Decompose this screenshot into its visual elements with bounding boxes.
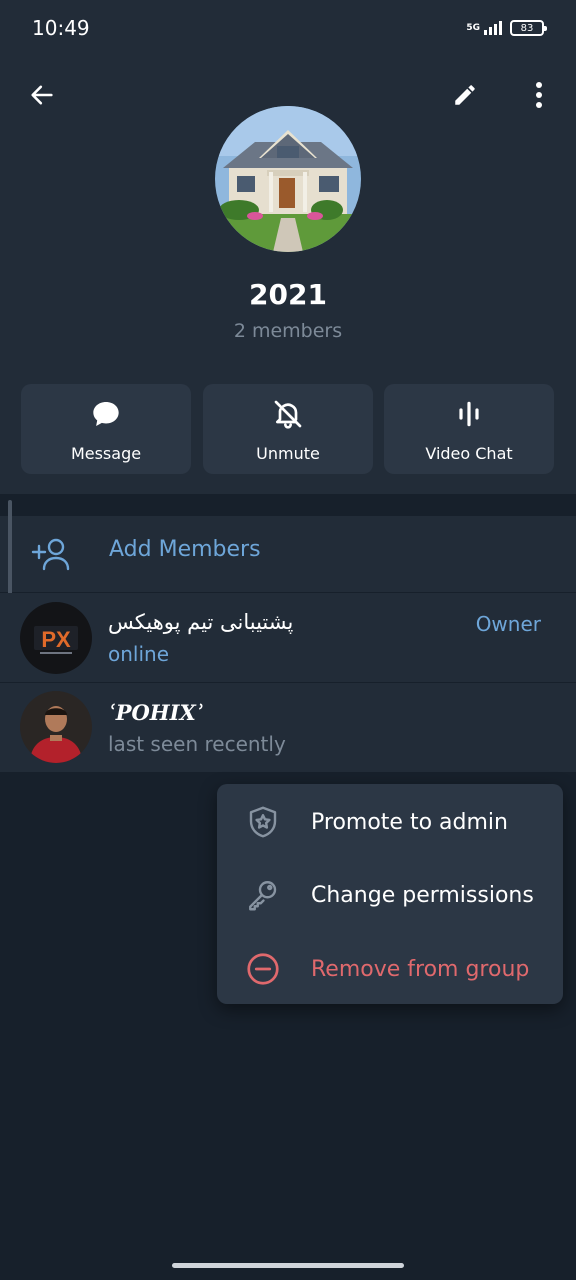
member-context-menu: Promote to admin Change permissions Remo… [217, 784, 563, 1004]
scrollbar[interactable] [8, 500, 12, 596]
unmute-label: Unmute [256, 444, 320, 463]
group-title: 2021 [249, 278, 327, 311]
gesture-nav-bar[interactable] [172, 1263, 404, 1268]
member-status: last seen recently [108, 732, 286, 756]
arrow-left-icon [31, 85, 53, 105]
add-members-label: Add Members [109, 537, 261, 562]
shield-star-icon [243, 802, 283, 842]
voice-waves-icon [453, 398, 485, 430]
bell-off-icon [272, 398, 304, 430]
network-type: 5G [466, 22, 480, 33]
member-name: ʿPOHIXʾ [108, 700, 204, 725]
pencil-icon [455, 85, 475, 105]
add-members-row[interactable] [0, 516, 576, 592]
change-permissions-item[interactable]: Change permissions [217, 860, 563, 930]
member-count: 2 members [233, 320, 343, 342]
svg-text:PX: PX [41, 627, 71, 652]
chat-bubble-icon [90, 398, 122, 430]
change-permissions-label: Change permissions [311, 882, 534, 908]
member-status: online [108, 642, 170, 666]
member-avatar-owner: PX [20, 602, 92, 674]
remove-from-group-item[interactable]: Remove from group [217, 934, 563, 1004]
message-label: Message [70, 444, 142, 463]
kebab-menu-icon [536, 82, 542, 108]
owner-badge: Owner [475, 612, 541, 636]
signal-icon [484, 21, 502, 35]
member-avatar-pohix [20, 691, 92, 763]
more-options-button[interactable] [517, 73, 561, 117]
battery-icon: 83 [510, 20, 547, 36]
status-time: 10:49 [32, 16, 90, 40]
edit-button[interactable] [443, 73, 487, 117]
status-bar: 10:49 5G 83 [0, 0, 576, 56]
back-button[interactable] [20, 73, 64, 117]
promote-to-admin-item[interactable]: Promote to admin [217, 787, 563, 857]
message-button[interactable]: Message [21, 384, 191, 474]
section-separator [0, 494, 576, 516]
minus-circle-icon [243, 949, 283, 989]
key-icon [243, 875, 283, 915]
add-person-icon [30, 534, 70, 578]
video-chat-button[interactable]: Video Chat [384, 384, 554, 474]
remove-from-group-label: Remove from group [311, 956, 530, 982]
unmute-button[interactable]: Unmute [203, 384, 373, 474]
video-chat-label: Video Chat [425, 444, 513, 463]
promote-to-admin-label: Promote to admin [311, 809, 508, 835]
status-indicators: 5G 83 [466, 20, 547, 36]
member-name: پشتیبانی تیم پوهیکس [108, 610, 294, 634]
house-photo [215, 106, 361, 252]
group-avatar[interactable] [215, 106, 361, 252]
battery-level: 83 [520, 22, 534, 34]
